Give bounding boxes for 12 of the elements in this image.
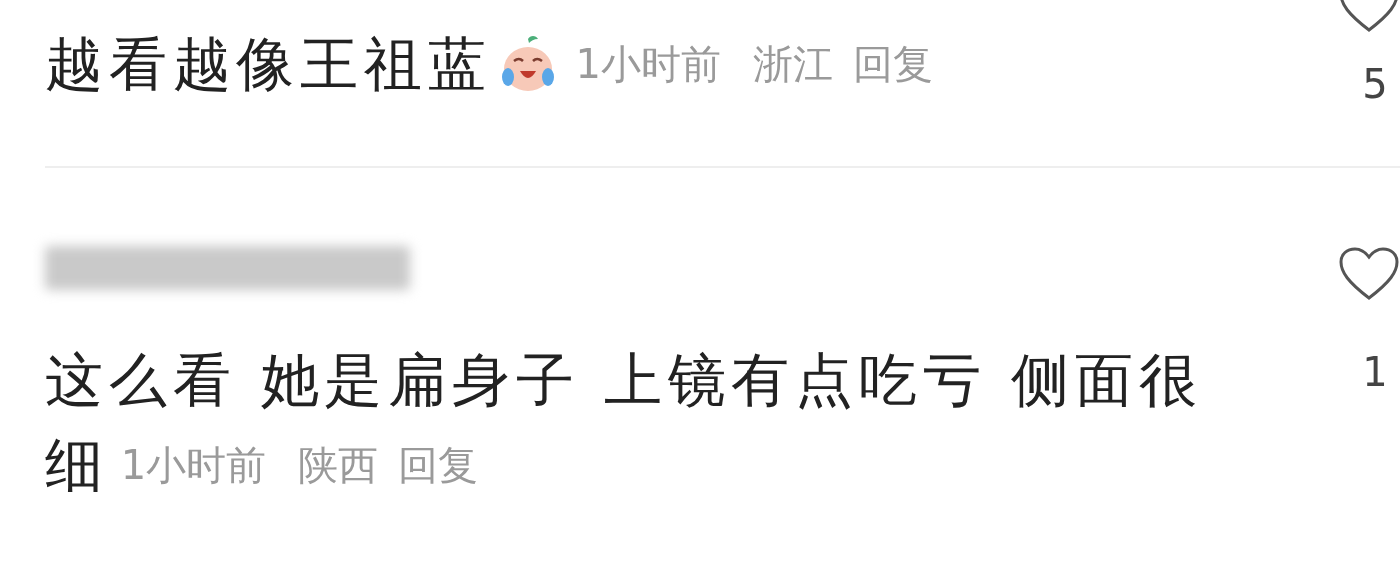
reply-link[interactable]: 回复 [398, 423, 479, 508]
comment-text: 这么看 她是扁身子 上镜有点吃亏 侧面很 [45, 346, 1203, 414]
comment-time: 1小时前 [575, 40, 722, 89]
like-count: 1 [1362, 348, 1388, 397]
like-count: 5 [1362, 60, 1388, 109]
comment-text: 越看越像王祖蓝 [45, 29, 492, 100]
heart-icon[interactable] [1338, 246, 1400, 302]
comment-text: 细 [45, 430, 109, 501]
reply-link[interactable]: 回复 [853, 22, 934, 107]
comment-location: 陕西 [298, 441, 379, 490]
comment-location: 浙江 [753, 40, 834, 89]
comment-time: 1小时前 [120, 441, 267, 490]
